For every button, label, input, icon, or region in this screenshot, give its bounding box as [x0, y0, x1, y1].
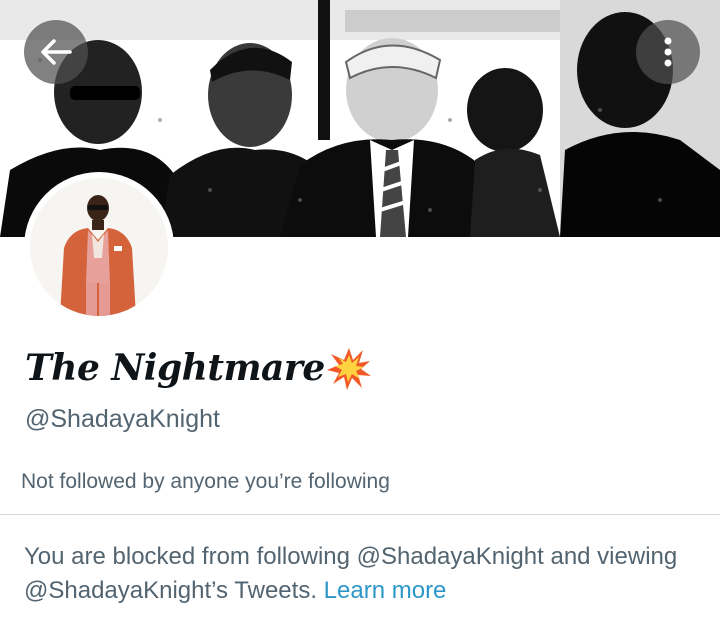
more-vertical-icon: [664, 37, 672, 67]
profile-avatar[interactable]: [24, 172, 174, 322]
blocked-notice: You are blocked from following @ShadayaK…: [24, 540, 704, 608]
back-button[interactable]: [24, 20, 88, 84]
more-options-button[interactable]: [636, 20, 700, 84]
display-name: The Nightmare: [25, 346, 371, 390]
display-name-text: The Nightmare: [25, 347, 325, 389]
followers-you-know-note: Not followed by anyone you’re following: [21, 470, 390, 493]
divider: [0, 514, 720, 515]
arrow-left-icon: [41, 39, 72, 65]
collision-icon: [326, 348, 371, 390]
user-handle: @ShadayaKnight: [25, 405, 220, 433]
avatar-image: [30, 178, 168, 316]
learn-more-link[interactable]: Learn more: [324, 577, 447, 604]
